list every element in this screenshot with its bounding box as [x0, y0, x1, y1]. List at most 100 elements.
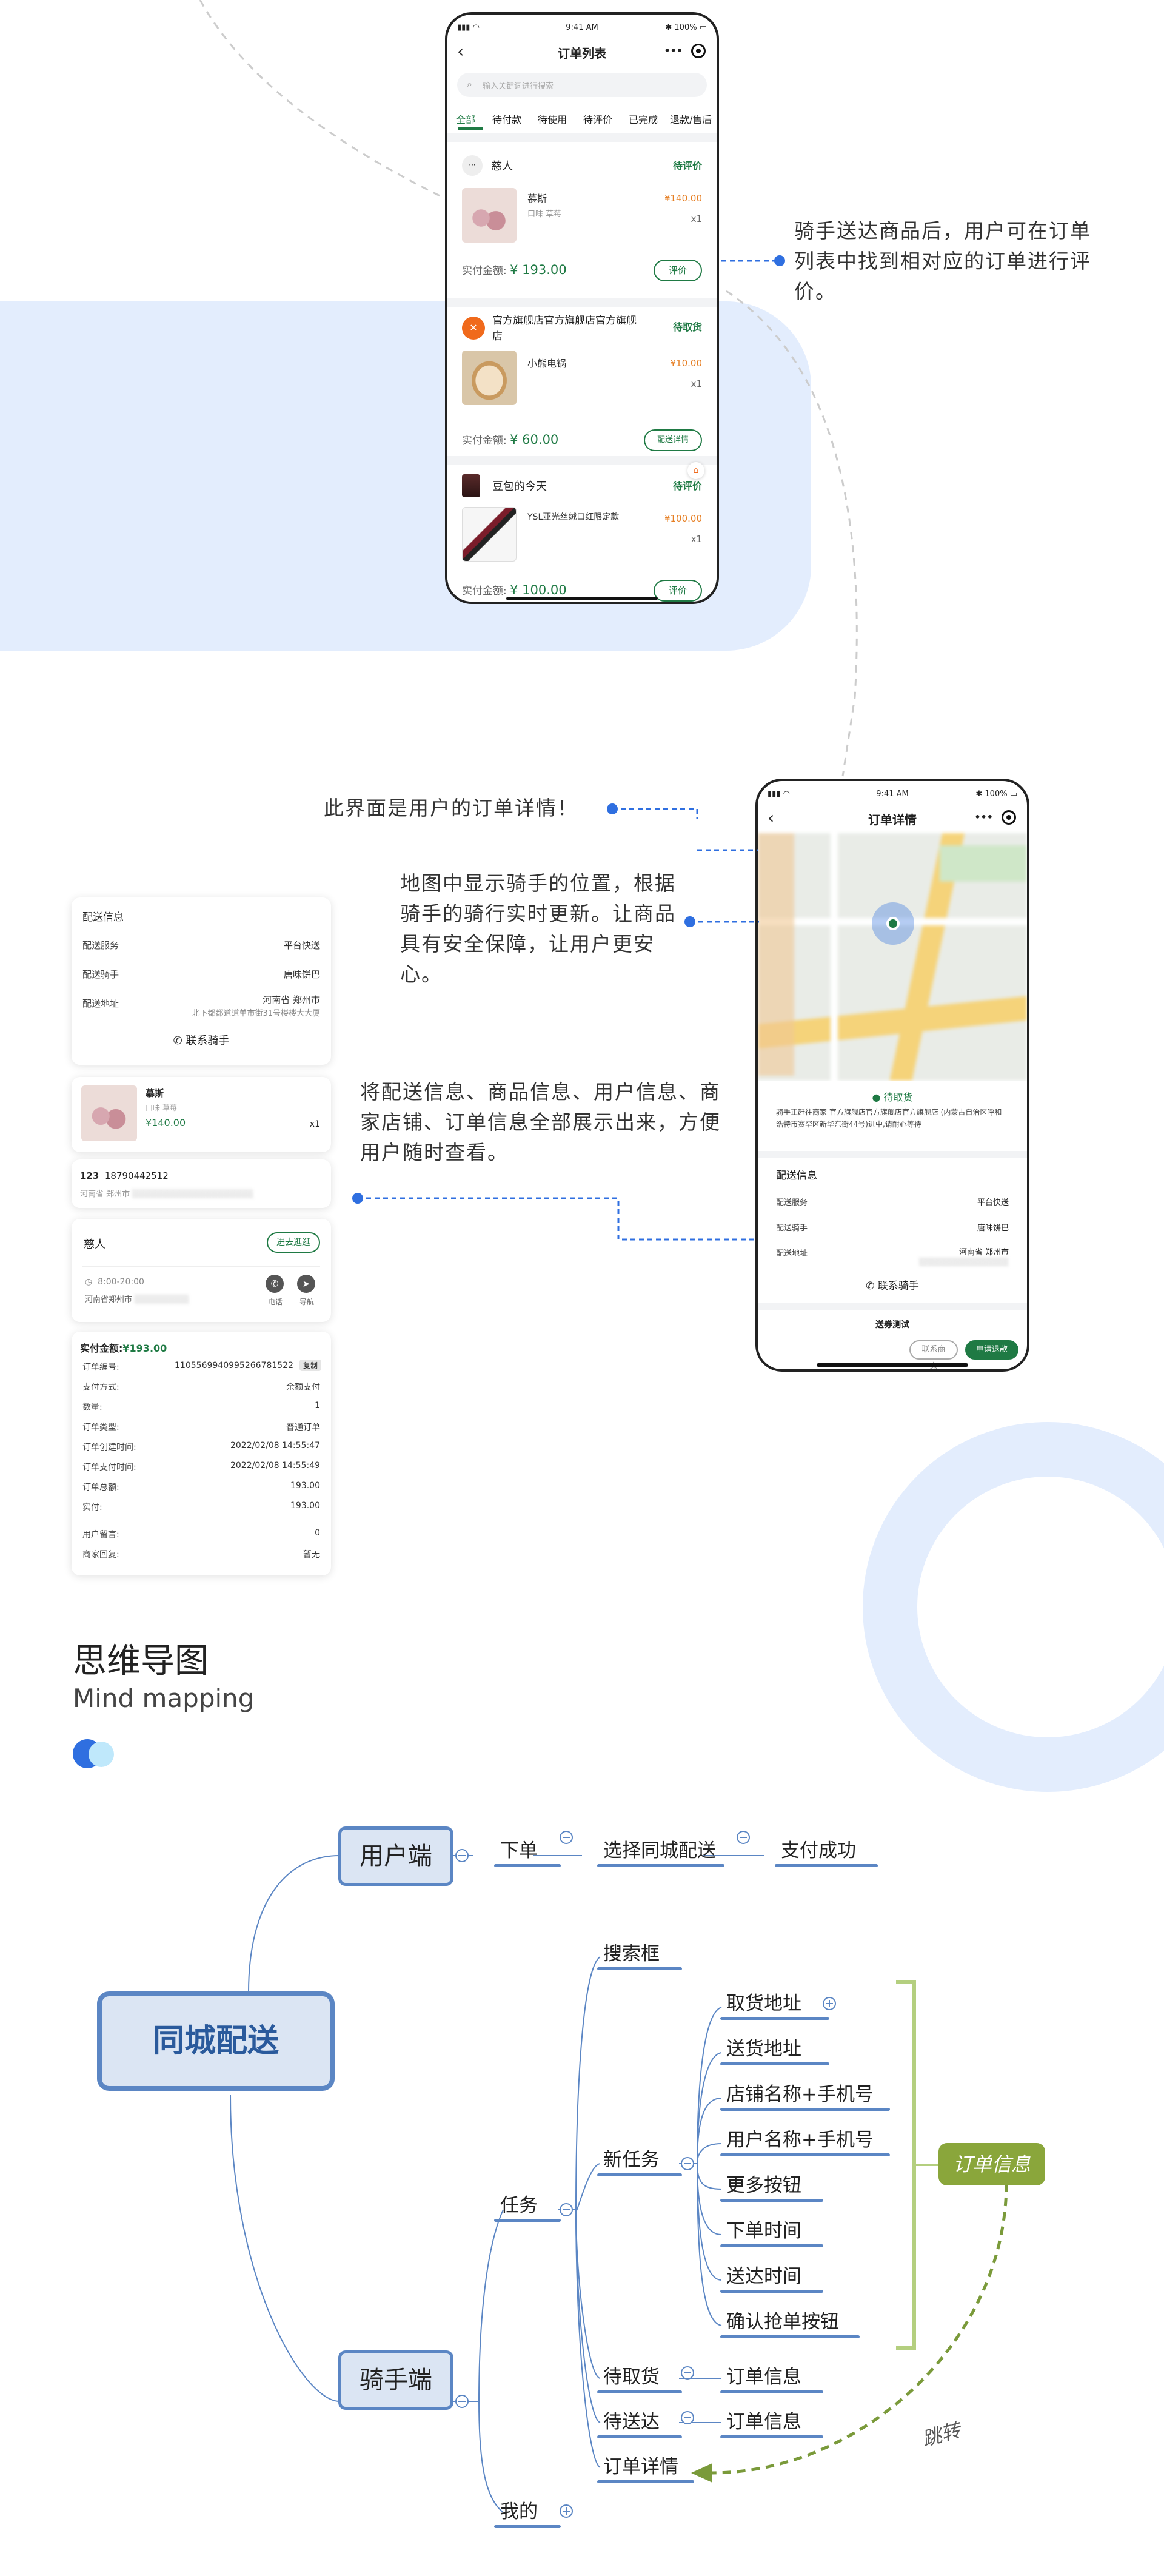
product-spec: 口味 草莓 [527, 210, 562, 219]
node-order-info-1: 订单信息 [726, 2366, 801, 2388]
order-row-label: 订单支付时间: [82, 1463, 136, 1472]
tab-unpaid[interactable]: 待付款 [492, 112, 538, 126]
copy-button[interactable]: 复制 [299, 1360, 321, 1371]
node-rider-end: 骑手端 [338, 2350, 453, 2410]
product-price: ¥100.00 [664, 513, 702, 524]
product-qty: x1 [691, 213, 702, 224]
order-tabs: 全部 待付款 待使用 待评价 已完成 退款/售后 [456, 112, 717, 130]
phone-icon[interactable]: ✆ [266, 1275, 284, 1293]
order-row-value: 1 [315, 1401, 320, 1410]
node-underline [597, 1967, 682, 1970]
row-value: 唐味饼巴 [977, 1224, 1009, 1233]
shop-address: 河南省郑州市 ░░░░░░░░░ [85, 1295, 190, 1304]
home-indicator [506, 597, 658, 600]
order-status: 待取货 [672, 321, 702, 333]
node-item-0: 取货地址 [726, 1993, 801, 2014]
tab-to-review[interactable]: 待评价 [583, 112, 629, 126]
tab-completed[interactable]: 已完成 [629, 112, 670, 126]
order-card-1[interactable]: ··· 慈人 待评价 慕斯 口味 草莓 ¥140.00 x1 实付金额: ¥ 1… [447, 142, 717, 307]
store-avatar: ··· [462, 155, 483, 176]
connector-2 [607, 803, 698, 819]
home-float-icon[interactable]: ⌂ [687, 462, 704, 479]
order-card-3[interactable]: 豆包的今天 待评价 ⌂ YSL亚光丝绒口红限定款 ¥100.00 x1 实付金额… [447, 462, 717, 602]
capsule-close-icon[interactable] [1002, 810, 1016, 825]
node-underline [720, 2108, 890, 2111]
row-label: 配送服务 [776, 1198, 808, 1207]
node-user-end: 用户端 [338, 1826, 453, 1886]
row-value: 平台快送 [283, 940, 320, 951]
navigate-label: 导航 [299, 1298, 314, 1306]
toggle-dot-icon [89, 1742, 114, 1767]
pay-amount: 实付金额: ¥ 193.00 [462, 263, 567, 277]
product-qty: x1 [309, 1119, 320, 1129]
delivery-detail-button[interactable]: 配送详情 [644, 429, 702, 451]
node-order-info-2: 订单信息 [726, 2411, 801, 2433]
order-status: ● 待取货 [872, 1092, 913, 1103]
product-image [462, 507, 517, 562]
order-row-value: 193.00 [290, 1481, 320, 1491]
annotation-map: 地图中显示骑手的位置，根据骑手的骑行实时更新。让商品具有安全保障，让用户更安心。 [400, 871, 676, 986]
navigate-icon[interactable]: ➤ [297, 1275, 315, 1293]
user-card: 123 18790442512 河南省 郑州市 ░░░░░░░░░░░░░░░░… [72, 1159, 331, 1208]
more-icon[interactable]: ••• [974, 811, 993, 823]
node-underline [720, 2390, 823, 2393]
contact-rider-button[interactable]: ✆ 联系骑手 [758, 1277, 1027, 1292]
order-card-2[interactable]: ✕ 官方旗舰店官方旗舰店官方旗舰店 待取货 小熊电锅 ¥10.00 x1 实付金… [447, 307, 717, 465]
product-price: ¥10.00 [670, 358, 703, 369]
tab-unused[interactable]: 待使用 [538, 112, 583, 126]
pay-amount: 实付金额: ¥ 100.00 [462, 583, 567, 597]
delivery-info-card: 配送信息 配送服务 平台快送 配送骑手 唐味饼巴 配送地址 河南省 郑州市 北下… [72, 897, 331, 1065]
order-row-value: 2022/02/08 14:55:49 [230, 1461, 320, 1471]
divider [447, 133, 717, 142]
order-row-value: 普通订单 [286, 1423, 320, 1432]
status-bar: ▮▮▮ ◠ 9:41 AM ✱ 100% ▭ [758, 781, 1027, 804]
more-icon[interactable]: ••• [664, 45, 683, 56]
product-name: 慕斯 [527, 193, 547, 204]
order-list-phone: ▮▮▮ ◠ 9:41 AM ✱ 100% ▭ ‹ 订单列表 ••• ⌕ 输入关键… [445, 12, 719, 604]
order-row-label: 订单总额: [82, 1483, 119, 1492]
tab-refund[interactable]: 退款/售后 [670, 112, 712, 126]
node-select-delivery: 选择同城配送 [603, 1840, 716, 1862]
tab-all[interactable]: 全部 [456, 112, 492, 126]
product-price: ¥140.00 [664, 193, 702, 204]
search-input[interactable]: ⌕ 输入关键词进行搜索 [457, 73, 707, 97]
node-underline [720, 2062, 829, 2065]
product-spec: 口味 草莓 [146, 1104, 177, 1112]
divider [758, 1303, 1027, 1310]
refund-button[interactable]: 申请退款 [965, 1340, 1018, 1360]
row-label: 配送骑手 [82, 969, 119, 980]
node-task: 任务 [500, 2195, 538, 2216]
section-title: 思维导图 [73, 1642, 209, 1681]
node-underline [720, 2199, 823, 2202]
node-underline [494, 2219, 561, 2222]
capsule-close-icon[interactable] [691, 44, 706, 58]
row-value: 河南省 郑州市 [263, 995, 320, 1005]
search-icon: ⌕ [467, 78, 472, 90]
annotation-order-list: 骑手送达商品后，用户可在订单列表中找到相对应的订单进行评价。 [794, 219, 1091, 303]
node-order: 下单 [500, 1840, 538, 1862]
contact-rider-button[interactable]: ✆ 联系骑手 [72, 1032, 331, 1048]
store-name: 官方旗舰店官方旗舰店官方旗舰店 [492, 315, 637, 343]
store-logo: ✕ [462, 317, 485, 340]
user-address: 河南省 郑州市 ░░░░░░░░░░░░░░░░░░░░ [80, 1190, 254, 1199]
node-underline [720, 2335, 860, 2338]
map-road [758, 991, 1027, 1052]
enter-shop-button[interactable]: 进去逛逛 [267, 1232, 320, 1253]
review-button[interactable]: 评价 [654, 580, 702, 602]
store-name: 豆包的今天 [492, 480, 547, 493]
status-block: ● 待取货 骑手正赶往商家 官方旗舰店官方旗舰店官方旗舰店 (内蒙古自治区呼和浩… [758, 1081, 1027, 1151]
home-indicator [817, 1363, 968, 1367]
rider-map[interactable] [758, 833, 1027, 1081]
contact-store-button[interactable]: 联系商家 [909, 1340, 958, 1369]
node-item-2: 店铺名称+手机号 [726, 2084, 874, 2105]
mindmap-lines [230, 1831, 1008, 2518]
connector-1 [721, 255, 785, 266]
row-value: 河南省 郑州市 [958, 1248, 1009, 1257]
order-total: 实付金额:¥193.00 [80, 1343, 167, 1354]
order-row-label: 订单类型: [82, 1423, 119, 1432]
product-qty: x1 [691, 378, 702, 389]
product-image [462, 351, 517, 405]
review-button[interactable]: 评价 [654, 260, 702, 281]
pay-amount: 实付金额: ¥ 60.00 [462, 432, 559, 447]
order-row-label: 订单创建时间: [82, 1443, 136, 1452]
